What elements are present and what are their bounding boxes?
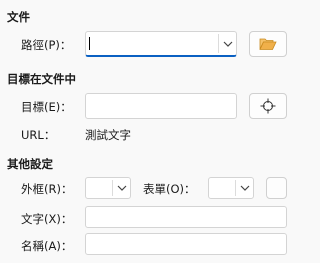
frame-label: 外框(R)：	[21, 182, 73, 196]
text-input[interactable]	[85, 206, 287, 228]
url-value: 測試文字	[85, 128, 131, 142]
target-input[interactable]	[85, 93, 237, 119]
url-label: URL：	[21, 128, 56, 142]
path-dropdown-button[interactable]	[219, 32, 236, 55]
folder-open-icon	[259, 38, 277, 50]
target-label: 目標(E)：	[21, 100, 72, 114]
form-label: 表單(O)：	[143, 182, 196, 196]
section-other-title: 其他設定	[7, 157, 53, 171]
chevron-down-icon	[223, 41, 232, 47]
frame-combobox[interactable]	[85, 177, 131, 199]
form-combobox[interactable]	[208, 177, 254, 199]
open-file-button[interactable]	[249, 31, 287, 57]
frame-dropdown-button[interactable]	[113, 178, 130, 198]
path-label: 路徑(P)：	[21, 38, 72, 52]
chevron-down-icon	[240, 185, 249, 191]
section-target-title: 目標在文件中	[7, 72, 76, 86]
path-combobox[interactable]	[85, 31, 237, 57]
chevron-down-icon	[117, 185, 126, 191]
form-dropdown-button[interactable]	[236, 178, 253, 198]
section-document-title: 文件	[7, 10, 30, 24]
crosshair-icon	[260, 98, 276, 114]
target-picker-button[interactable]	[249, 93, 287, 119]
text-label: 文字(X)：	[21, 212, 73, 226]
name-input[interactable]	[85, 233, 287, 255]
name-label: 名稱(A)：	[21, 239, 73, 253]
text-caret	[89, 37, 90, 50]
events-button[interactable]	[266, 177, 287, 199]
